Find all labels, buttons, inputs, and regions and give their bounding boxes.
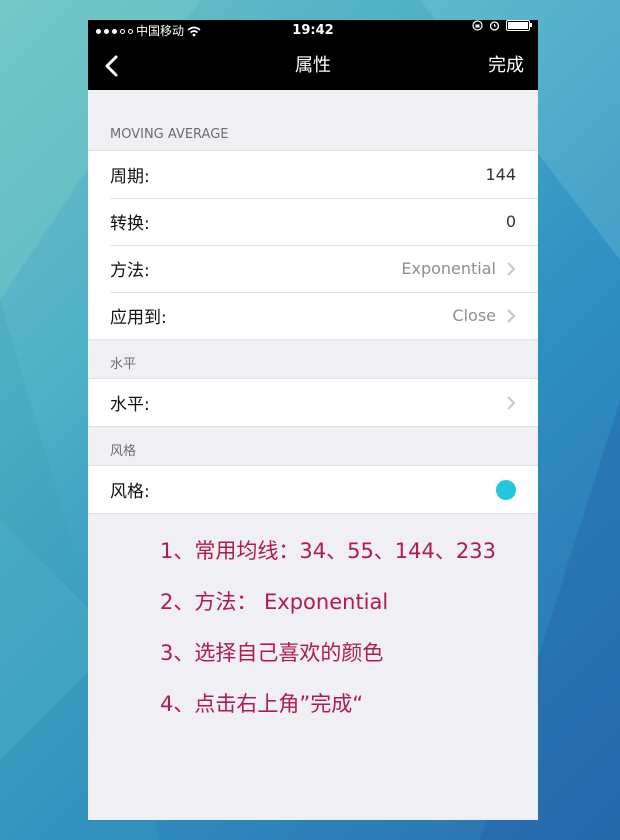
shift-row[interactable]: 转换: 0	[88, 198, 538, 245]
shift-label: 转换:	[110, 214, 150, 234]
status-icons	[472, 20, 532, 31]
page-title: 属性	[295, 55, 331, 76]
level-group: 水平:	[88, 378, 538, 427]
note-item: 1、常用均线：34、55、144、233	[160, 539, 496, 563]
phone-screen: 中国移动 19:42 属性 完成 MOVING AVERAGE 周期: 144 …	[88, 20, 538, 820]
apply-to-label: 应用到:	[110, 308, 167, 328]
chevron-right-icon	[507, 308, 516, 323]
moving-average-group: 周期: 144 转换: 0 方法: Exponential 应用到: Close	[88, 150, 538, 340]
chevron-right-icon	[507, 395, 516, 410]
style-row[interactable]: 风格:	[88, 466, 538, 513]
status-bar: 中国移动 19:42	[88, 20, 538, 42]
style-group: 风格:	[88, 465, 538, 514]
section-header-moving-average: MOVING AVERAGE	[110, 127, 229, 142]
section-header-style: 风格	[110, 444, 137, 459]
color-swatch[interactable]	[496, 479, 516, 500]
chevron-right-icon	[507, 261, 516, 276]
shift-value[interactable]: 0	[506, 212, 516, 231]
alarm-icon	[489, 21, 500, 31]
note-item: 2、方法： Exponential	[160, 590, 389, 614]
method-label: 方法:	[110, 261, 150, 281]
period-value[interactable]: 144	[485, 165, 516, 184]
section-header-level: 水平	[110, 357, 137, 372]
instruction-notes: 1、常用均线：34、55、144、233 2、方法： Exponential 3…	[88, 514, 538, 740]
level-row[interactable]: 水平:	[88, 379, 538, 426]
period-label: 周期:	[110, 167, 150, 187]
style-label: 风格:	[110, 482, 150, 502]
battery-icon	[506, 20, 532, 31]
period-row[interactable]: 周期: 144	[88, 151, 538, 198]
note-item: 3、选择自己喜欢的颜色	[160, 641, 384, 665]
done-button[interactable]: 完成	[488, 42, 524, 90]
apply-to-value: Close	[452, 306, 496, 325]
orientation-lock-icon	[472, 20, 483, 31]
note-item: 4、点击右上角”完成“	[160, 692, 364, 716]
level-label: 水平:	[110, 395, 150, 415]
method-value: Exponential	[401, 259, 496, 278]
status-time: 19:42	[292, 23, 334, 38]
apply-to-row[interactable]: 应用到: Close	[88, 292, 538, 339]
navigation-bar: 属性 完成	[88, 42, 538, 90]
method-row[interactable]: 方法: Exponential	[88, 245, 538, 292]
